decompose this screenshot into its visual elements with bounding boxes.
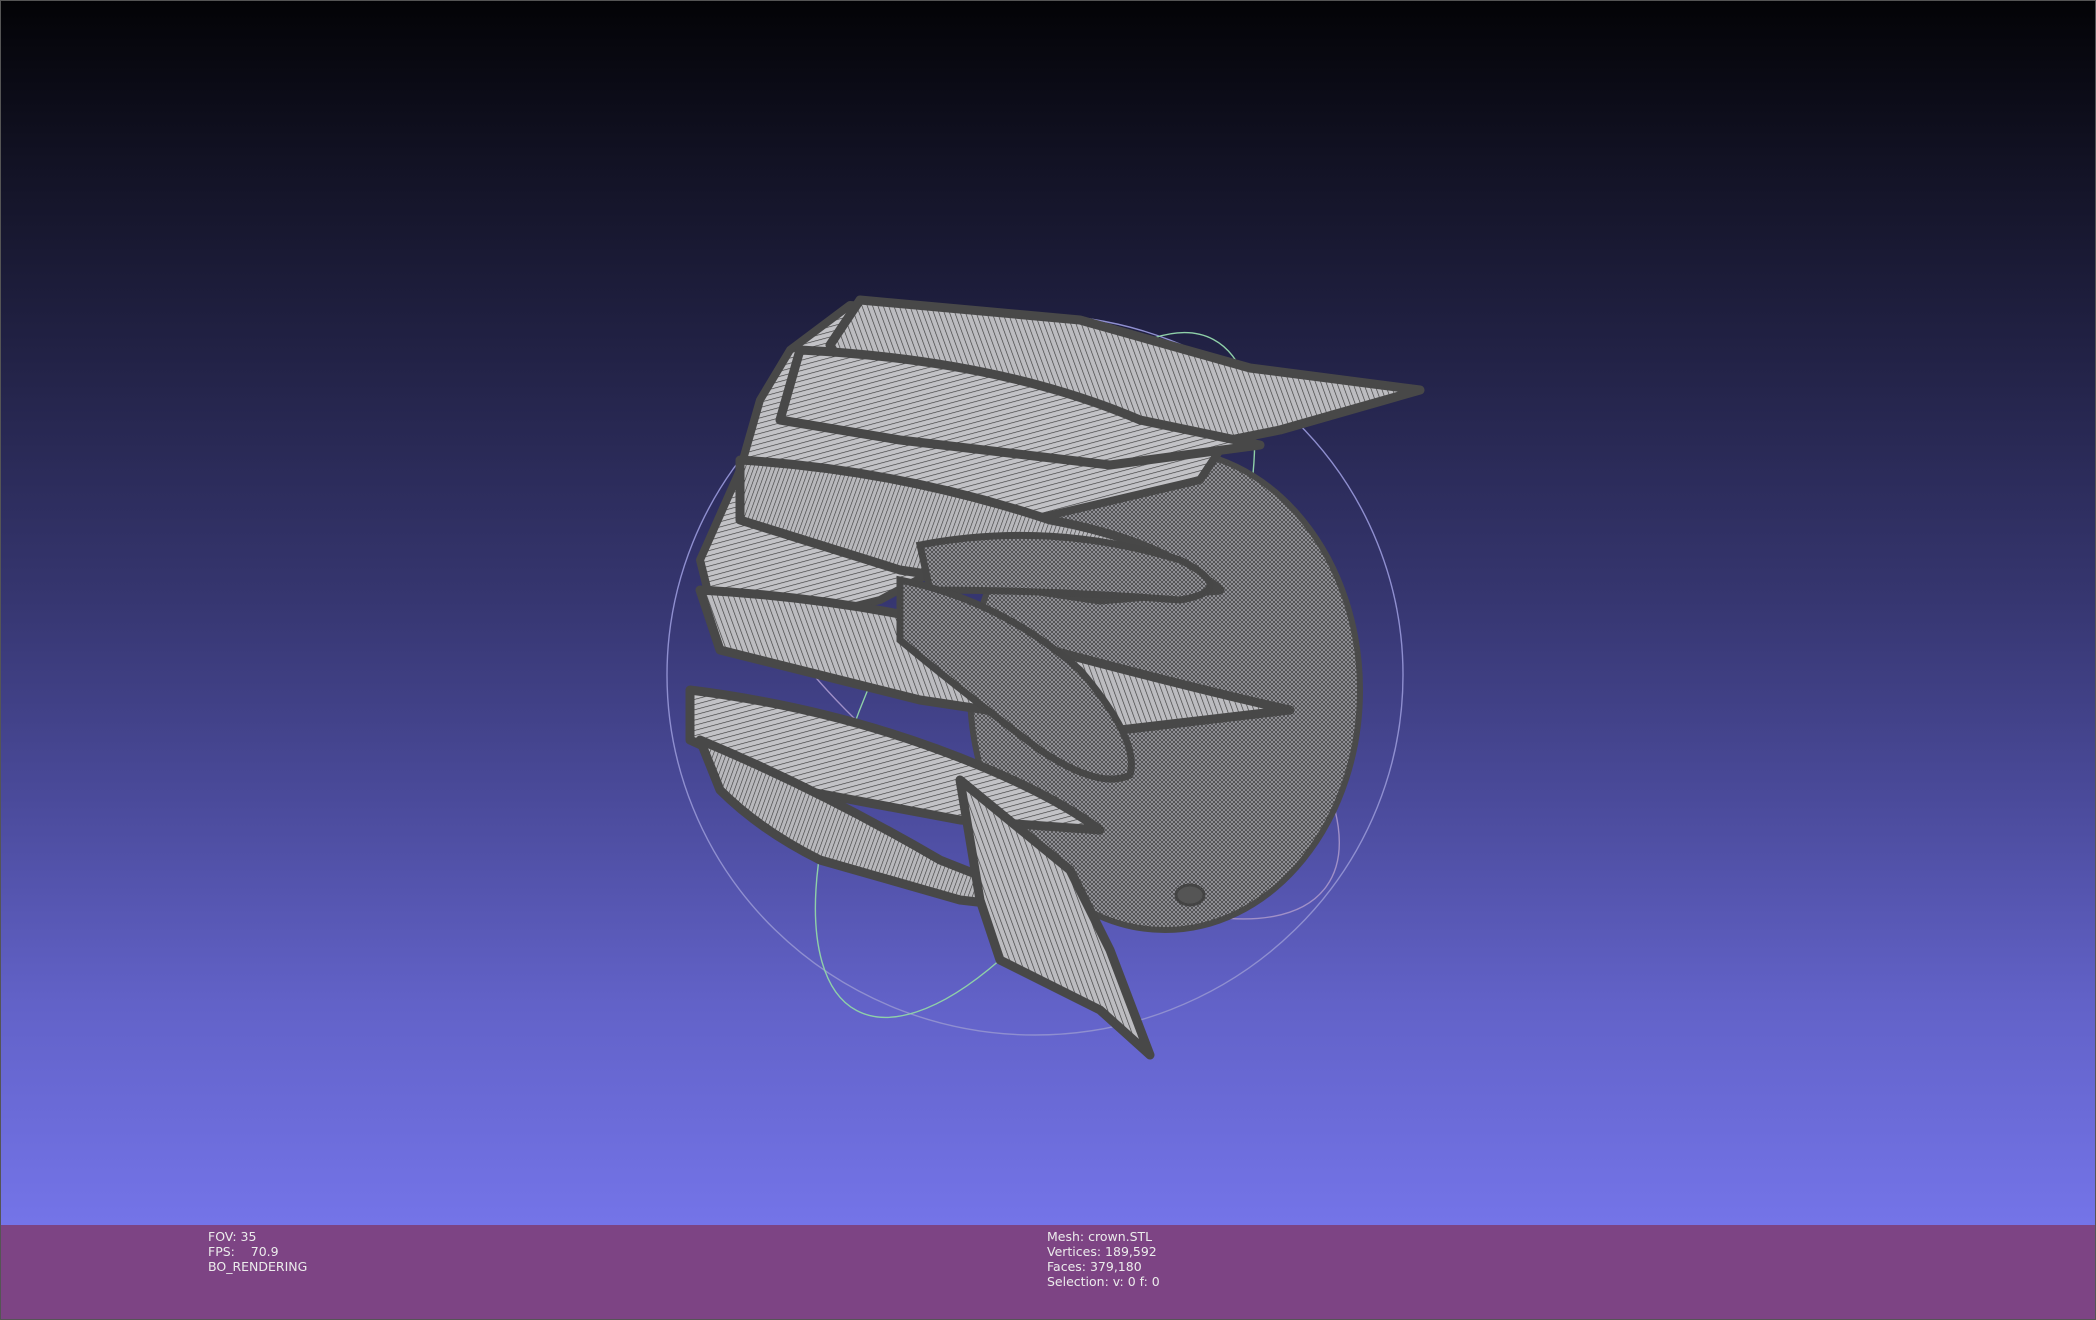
vertices-text: Vertices: 189,592 [1047, 1244, 1157, 1259]
faces-text: Faces: 379,180 [1047, 1259, 1142, 1274]
render-info: FOV: 35 FPS: 70.9 BO_RENDERING [208, 1229, 307, 1274]
status-bar: FOV: 35 FPS: 70.9 BO_RENDERING Mesh: cro… [0, 1225, 2096, 1320]
crown-mesh [685, 295, 1425, 1060]
mesh-name-text: Mesh: crown.STL [1047, 1229, 1153, 1244]
fov-text: FOV: 35 [208, 1229, 257, 1244]
fps-text: FPS: 70.9 [208, 1244, 279, 1259]
render-mode-text: BO_RENDERING [208, 1259, 308, 1274]
3d-viewport[interactable] [0, 0, 2096, 1225]
mesh-info: Mesh: crown.STL Vertices: 189,592 Faces:… [1047, 1229, 1160, 1289]
selection-text: Selection: v: 0 f: 0 [1047, 1274, 1160, 1289]
mesh-render[interactable] [0, 0, 2096, 1225]
